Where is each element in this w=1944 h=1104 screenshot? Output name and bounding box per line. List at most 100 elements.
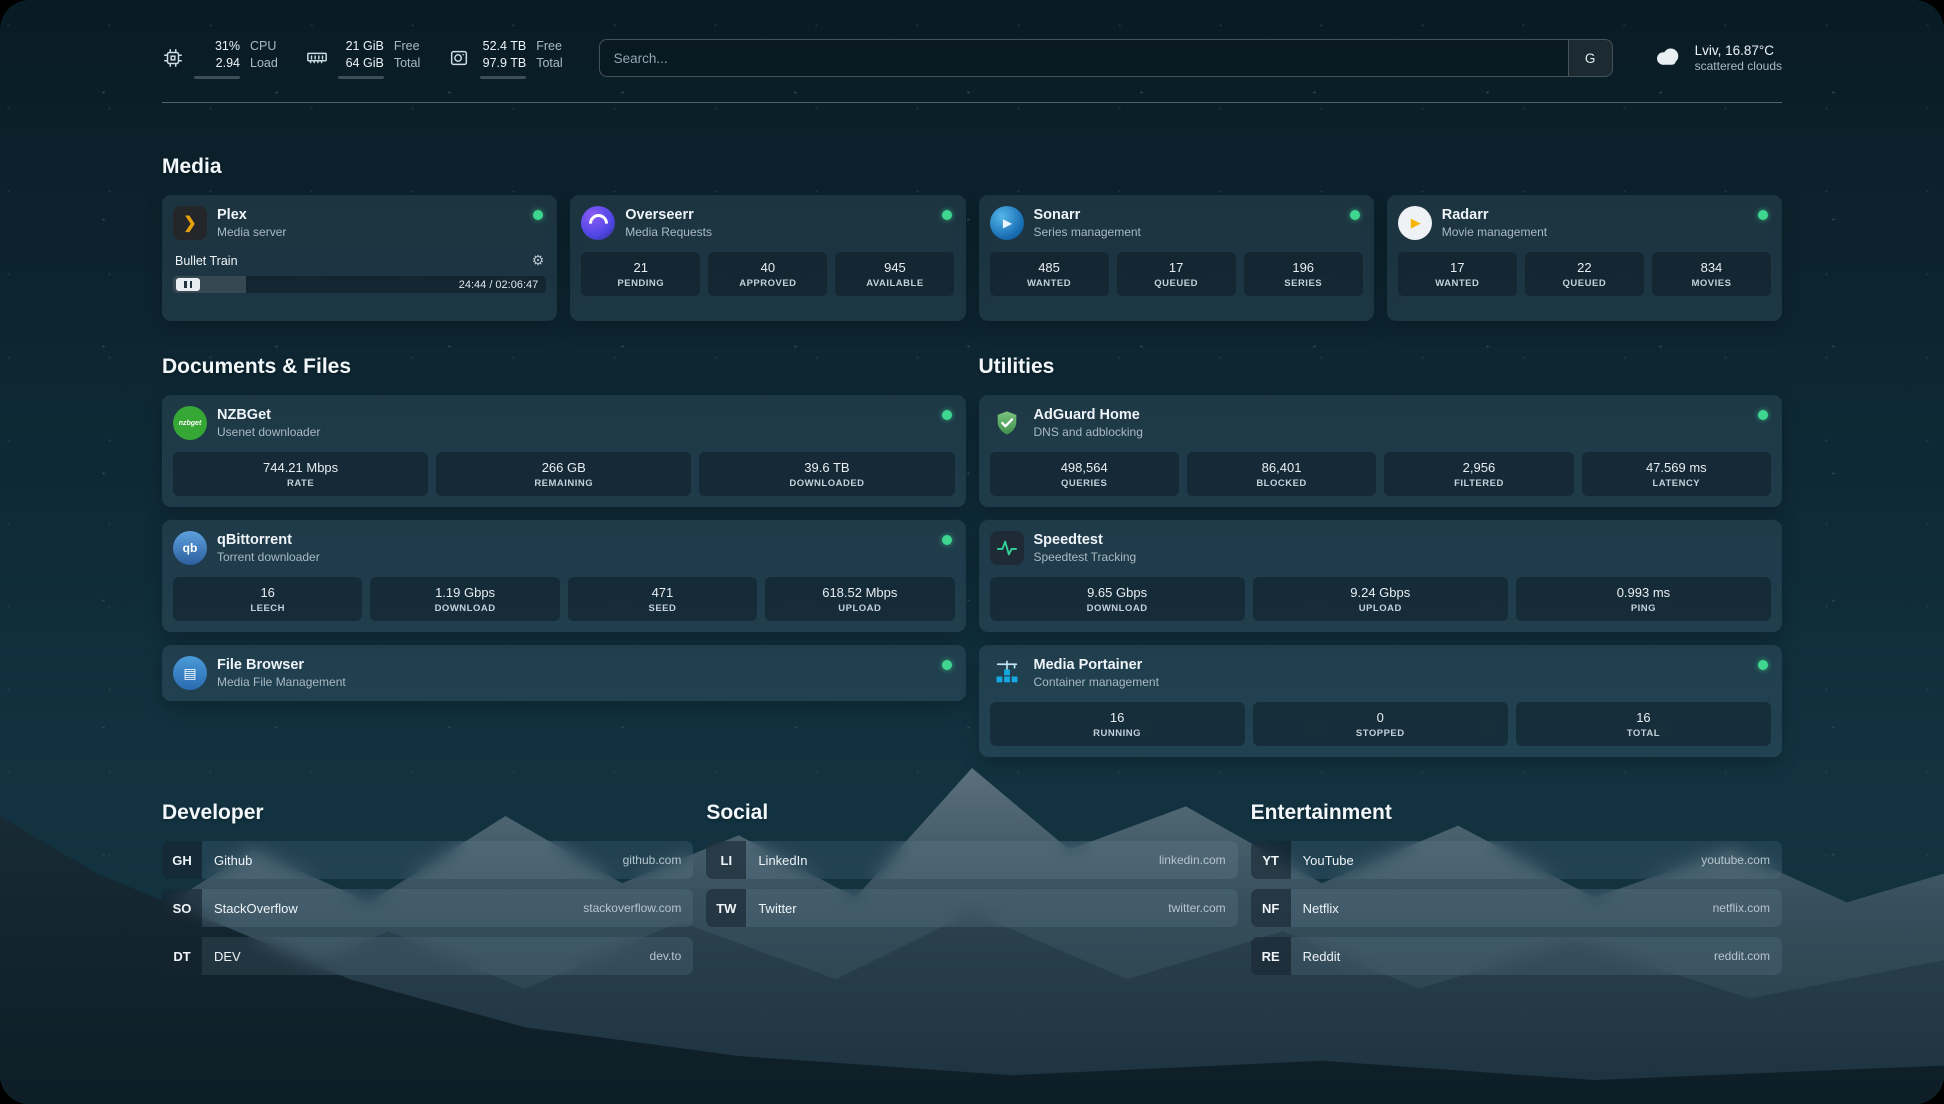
bookmark-github[interactable]: GH Github github.com bbox=[162, 841, 693, 879]
section-utilities: Utilities AdGuard Home DNS and adblockin… bbox=[979, 355, 1783, 757]
plex-card[interactable]: Plex Media server Bullet Train 24:44 / 0… bbox=[162, 195, 557, 321]
stat-stopped: 0STOPPED bbox=[1253, 702, 1508, 746]
stat-seed: 471SEED bbox=[568, 577, 757, 621]
service-name: qBittorrent bbox=[217, 532, 320, 548]
bookmark-dev[interactable]: DT DEV dev.to bbox=[162, 937, 693, 975]
service-name: NZBGet bbox=[217, 407, 320, 423]
bookmark-name: DEV bbox=[214, 949, 241, 964]
bookmark-name: LinkedIn bbox=[758, 853, 807, 868]
service-subtitle: Series management bbox=[1034, 225, 1141, 239]
service-subtitle: Container management bbox=[1034, 675, 1159, 689]
bookmark-name: Reddit bbox=[1303, 949, 1341, 964]
stat-download: 9.65 GbpsDOWNLOAD bbox=[990, 577, 1245, 621]
stat-ping: 0.993 msPING bbox=[1516, 577, 1771, 621]
service-name: Overseerr bbox=[625, 207, 712, 223]
resource-metrics: 31% 2.94 CPU Load bbox=[162, 38, 563, 79]
status-dot bbox=[942, 210, 952, 220]
bookmark-twitter[interactable]: TW Twitter twitter.com bbox=[706, 889, 1237, 927]
plex-icon bbox=[173, 206, 207, 240]
top-bar: 31% 2.94 CPU Load bbox=[162, 34, 1782, 82]
bookmark-netflix[interactable]: NF Netflix netflix.com bbox=[1251, 889, 1782, 927]
bookmark-name: YouTube bbox=[1303, 853, 1354, 868]
stat-movies: 834MOVIES bbox=[1652, 252, 1771, 296]
bookmark-abbr: RE bbox=[1251, 937, 1291, 975]
cpu-load: 2.94 bbox=[194, 55, 240, 73]
stat-queued: 17QUEUED bbox=[1117, 252, 1236, 296]
memory-labels: Free Total bbox=[394, 38, 420, 79]
stat-wanted: 485WANTED bbox=[990, 252, 1109, 296]
stat-running: 16RUNNING bbox=[990, 702, 1245, 746]
cpu-percent: 31% bbox=[194, 38, 240, 56]
bookmark-name: Netflix bbox=[1303, 901, 1339, 916]
stat-series: 196SERIES bbox=[1244, 252, 1363, 296]
bookmark-url: netflix.com bbox=[1713, 901, 1770, 915]
status-dot bbox=[1758, 660, 1768, 670]
speedtest-pulse-icon bbox=[990, 531, 1024, 565]
stat-rate: 744.21 MbpsRATE bbox=[173, 452, 428, 496]
service-name: Speedtest bbox=[1034, 532, 1137, 548]
bookmark-abbr: GH bbox=[162, 841, 202, 879]
qbittorrent-card[interactable]: qBittorrent Torrent downloader 16LEECH 1… bbox=[162, 520, 966, 632]
bookmark-abbr: DT bbox=[162, 937, 202, 975]
disk-widget: 52.4 TB 97.9 TB Free Total bbox=[448, 38, 562, 79]
nzbget-card[interactable]: NZBGet Usenet downloader 744.21 MbpsRATE… bbox=[162, 395, 966, 507]
service-name: Radarr bbox=[1442, 207, 1547, 223]
bookmark-youtube[interactable]: YT YouTube youtube.com bbox=[1251, 841, 1782, 879]
service-name: Plex bbox=[217, 207, 286, 223]
filebrowser-card[interactable]: File Browser Media File Management bbox=[162, 645, 966, 701]
disk-usage-bar bbox=[480, 76, 526, 79]
disk-labels: Free Total bbox=[536, 38, 562, 79]
status-dot bbox=[942, 535, 952, 545]
search-input[interactable] bbox=[600, 40, 1568, 76]
gear-icon[interactable] bbox=[532, 252, 545, 269]
bookmark-abbr: LI bbox=[706, 841, 746, 879]
service-name: Sonarr bbox=[1034, 207, 1141, 223]
sonarr-card[interactable]: Sonarr Series management 485WANTED 17QUE… bbox=[979, 195, 1374, 321]
memory-free: 21 GiB bbox=[338, 38, 384, 56]
bookmark-stackoverflow[interactable]: SO StackOverflow stackoverflow.com bbox=[162, 889, 693, 927]
topbar-divider bbox=[162, 102, 1782, 103]
speedtest-card[interactable]: Speedtest Speedtest Tracking 9.65 GbpsDO… bbox=[979, 520, 1783, 632]
service-name: File Browser bbox=[217, 657, 346, 673]
cloud-icon bbox=[1649, 41, 1685, 76]
status-dot bbox=[1758, 410, 1768, 420]
status-dot bbox=[942, 660, 952, 670]
stat-upload: 618.52 MbpsUPLOAD bbox=[765, 577, 954, 621]
search-provider-button[interactable]: G bbox=[1568, 40, 1612, 76]
section-title-utilities: Utilities bbox=[979, 355, 1783, 379]
stat-latency: 47.569 msLATENCY bbox=[1582, 452, 1771, 496]
bookmark-name: StackOverflow bbox=[214, 901, 298, 916]
radarr-icon bbox=[1398, 206, 1432, 240]
playback-time: 24:44 / 02:06:47 bbox=[459, 279, 547, 291]
stat-pending: 21PENDING bbox=[581, 252, 700, 296]
cpu-icon bbox=[162, 47, 184, 69]
bookmark-url: linkedin.com bbox=[1159, 853, 1226, 867]
bookmark-linkedin[interactable]: LI LinkedIn linkedin.com bbox=[706, 841, 1237, 879]
service-name: Media Portainer bbox=[1034, 657, 1159, 673]
qbittorrent-icon bbox=[173, 531, 207, 565]
stat-queued: 22QUEUED bbox=[1525, 252, 1644, 296]
stat-downloaded: 39.6 TBDOWNLOADED bbox=[699, 452, 954, 496]
bookmark-name: Github bbox=[214, 853, 252, 868]
status-dot bbox=[533, 210, 543, 220]
dashboard-screen: 31% 2.94 CPU Load bbox=[0, 0, 1944, 1104]
overseerr-icon bbox=[581, 206, 615, 240]
service-subtitle: Movie management bbox=[1442, 225, 1547, 239]
cpu-values: 31% 2.94 bbox=[194, 38, 240, 79]
bookmark-abbr: NF bbox=[1251, 889, 1291, 927]
radarr-card[interactable]: Radarr Movie management 17WANTED 22QUEUE… bbox=[1387, 195, 1782, 321]
stat-available: 945AVAILABLE bbox=[835, 252, 954, 296]
overseerr-card[interactable]: Overseerr Media Requests 21PENDING 40APP… bbox=[570, 195, 965, 321]
weather-condition: scattered clouds bbox=[1695, 59, 1782, 73]
bookmark-abbr: TW bbox=[706, 889, 746, 927]
bookmark-url: youtube.com bbox=[1701, 853, 1770, 867]
bookmark-url: github.com bbox=[623, 853, 682, 867]
service-name: AdGuard Home bbox=[1034, 407, 1143, 423]
bookmark-reddit[interactable]: RE Reddit reddit.com bbox=[1251, 937, 1782, 975]
disk-free: 52.4 TB bbox=[480, 38, 526, 56]
portainer-card[interactable]: Media Portainer Container management 16R… bbox=[979, 645, 1783, 757]
bookmark-url: stackoverflow.com bbox=[583, 901, 681, 915]
sonarr-icon bbox=[990, 206, 1024, 240]
cpu-usage-bar bbox=[194, 76, 240, 79]
adguard-card[interactable]: AdGuard Home DNS and adblocking 498,564Q… bbox=[979, 395, 1783, 507]
